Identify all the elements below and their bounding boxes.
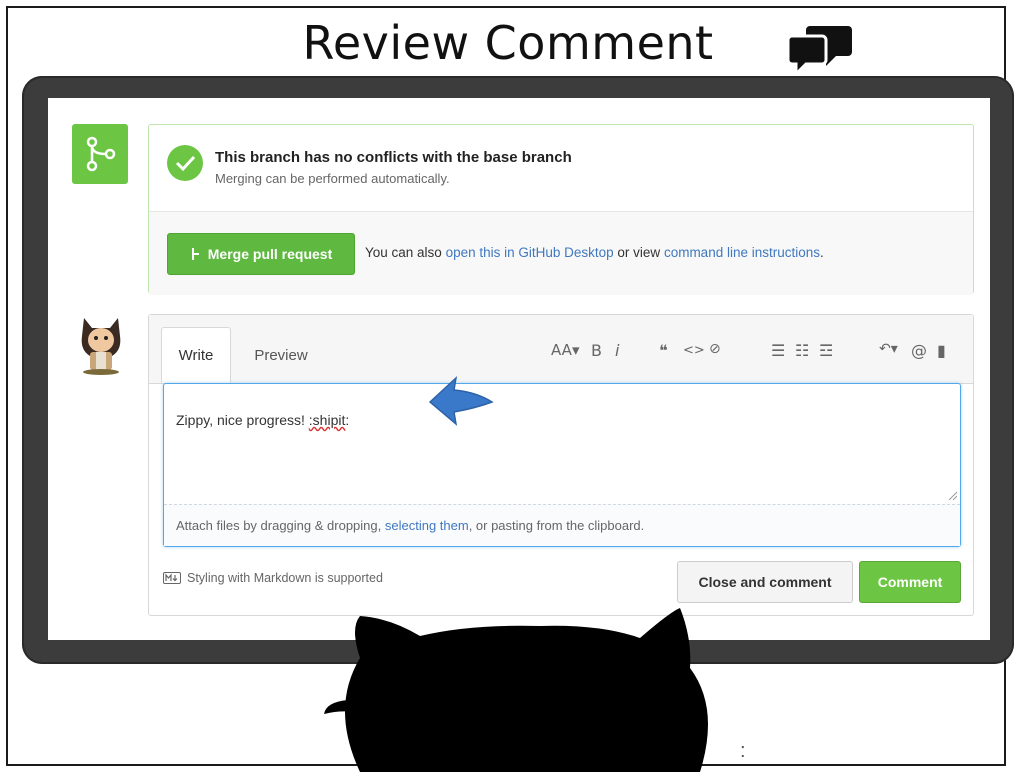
bold-icon[interactable]: B — [591, 341, 602, 360]
merge-status-subtitle: Merging can be performed automatically. — [215, 171, 450, 186]
italic-icon[interactable]: i — [615, 341, 619, 360]
code-icon[interactable]: <> — [683, 343, 705, 358]
attach-files-bar[interactable]: Attach files by dragging & dropping, sel… — [164, 504, 960, 546]
merge-panel: This branch has no conflicts with the ba… — [148, 124, 974, 295]
ordered-list-icon[interactable]: ☷ — [795, 341, 809, 360]
merge-button-icon — [191, 248, 199, 260]
resize-handle-icon[interactable] — [947, 490, 957, 500]
bookmark-icon[interactable]: ▮ — [937, 341, 946, 360]
open-github-desktop-link[interactable]: open this in GitHub Desktop — [446, 245, 614, 260]
attach-suffix: , or pasting from the clipboard. — [468, 518, 645, 533]
comments-icon — [788, 26, 852, 76]
slide-title: Review Comment — [302, 16, 714, 70]
avatar — [81, 318, 121, 375]
tab-preview[interactable]: Preview — [241, 327, 321, 383]
comment-text-main: Zippy, nice progress! — [176, 412, 309, 428]
check-icon — [167, 145, 203, 181]
merge-hint-prefix: You can also — [365, 245, 446, 260]
heading-icon[interactable]: AA▾ — [551, 341, 579, 359]
markdown-hint-label: Styling with Markdown is supported — [187, 571, 383, 585]
quote-icon[interactable]: ❝ — [659, 341, 668, 360]
merge-button-label: Merge pull request — [207, 246, 333, 262]
merge-hint: You can also open this in GitHub Desktop… — [365, 245, 824, 260]
markdown-icon — [163, 572, 181, 584]
comment-text-emoji: :shipit — [308, 412, 346, 428]
comment-text: Zippy, nice progress! :shipit: — [176, 412, 349, 428]
comment-button[interactable]: Comment — [859, 561, 961, 603]
footer-colon: : — [740, 740, 746, 762]
markdown-hint[interactable]: Styling with Markdown is supported — [163, 571, 383, 585]
comment-textarea[interactable]: Zippy, nice progress! :shipit: Attach fi… — [163, 383, 961, 547]
merge-actions: Merge pull request You can also open thi… — [149, 211, 973, 295]
octocat-silhouette-icon — [324, 608, 708, 772]
merge-hint-suffix: . — [820, 245, 824, 260]
merge-status-title: This branch has no conflicts with the ba… — [215, 149, 572, 166]
task-list-icon[interactable]: ☲ — [819, 341, 833, 360]
pointer-arrow-icon — [428, 375, 494, 426]
merge-status: This branch has no conflicts with the ba… — [149, 125, 973, 211]
select-files-link[interactable]: selecting them — [385, 518, 469, 533]
editor-tabbar: Write Preview AA▾ B i ❝ <> ⊘ ☰ ☷ ☲ ↶▾ @ … — [149, 315, 973, 384]
comment-text-end: : — [345, 412, 350, 428]
attach-prefix: Attach files by dragging & dropping, — [176, 518, 385, 533]
link-icon[interactable]: ⊘ — [709, 341, 721, 357]
unordered-list-icon[interactable]: ☰ — [771, 341, 785, 360]
tab-write[interactable]: Write — [161, 327, 231, 383]
merge-hint-mid: or view — [613, 245, 664, 260]
attach-hint: Attach files by dragging & dropping, sel… — [176, 518, 644, 533]
mention-icon[interactable]: @ — [911, 341, 927, 360]
merge-icon — [72, 124, 128, 184]
reply-icon[interactable]: ↶▾ — [879, 341, 898, 357]
command-line-instructions-link[interactable]: command line instructions — [664, 245, 820, 260]
comment-form: Write Preview AA▾ B i ❝ <> ⊘ ☰ ☷ ☲ ↶▾ @ … — [148, 314, 974, 616]
merge-pull-request-button[interactable]: Merge pull request — [167, 233, 355, 275]
